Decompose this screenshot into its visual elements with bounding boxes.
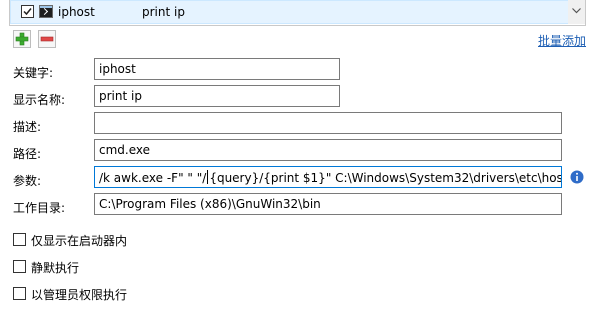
params-text-before-caret: /k awk.exe -F" " "/ [99,171,207,185]
workdir-field[interactable]: C:\Program Files (x86)\GnuWin32\bin [94,193,562,215]
add-button[interactable] [13,30,31,48]
params-text-after-caret: {query}/{print $1}" C:\Windows\System32\… [209,171,562,185]
console-icon [39,5,53,18]
row-enabled-checkbox[interactable] [21,5,34,18]
list-item[interactable]: iphost print ip [10,0,573,24]
path-label: 路径: [13,147,42,161]
silent-run-label[interactable]: 静默执行 [31,259,79,276]
silent-run-checkbox[interactable] [13,260,26,273]
bulk-add-link[interactable]: 批量添加 [538,32,586,49]
params-label: 参数: [13,174,42,188]
scrollbar-down-button[interactable] [568,0,585,24]
description-field[interactable] [94,112,562,134]
display-name-label: 显示名称: [13,93,66,107]
run-as-admin-checkbox[interactable] [13,287,26,300]
description-label: 描述: [13,120,42,134]
plus-icon [15,32,29,46]
remove-button[interactable] [38,30,56,48]
keyword-label: 关键字: [13,66,54,80]
row-display-name: print ip [142,5,185,19]
display-name-field[interactable]: print ip [94,85,340,107]
checkmark-icon [23,8,32,16]
params-field[interactable]: /k awk.exe -F" " "/{query}/{print $1}" C… [94,166,562,188]
path-field[interactable]: cmd.exe [94,139,562,161]
launcher-only-checkbox[interactable] [13,233,26,246]
row-keyword: iphost [58,5,95,19]
minus-icon [40,36,54,42]
launcher-only-label[interactable]: 仅显示在启动器内 [31,232,127,249]
run-as-admin-label[interactable]: 以管理员权限执行 [31,286,127,303]
workdir-label: 工作目录: [13,201,66,215]
command-list[interactable]: iphost print ip [9,0,586,26]
keyword-field[interactable]: iphost [94,58,340,80]
chevron-down-icon [572,8,581,14]
info-icon[interactable] [570,170,584,184]
